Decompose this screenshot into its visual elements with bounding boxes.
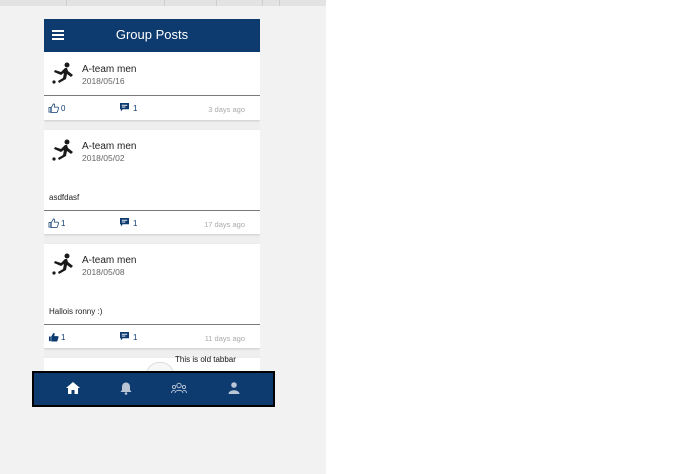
player-avatar-icon [52, 139, 73, 161]
comment-icon[interactable] [120, 103, 129, 112]
comment-count: 1 [133, 333, 138, 342]
post-date: 2018/05/16 [82, 76, 125, 86]
tab-groups[interactable] [169, 379, 189, 397]
post-card[interactable]: A-team men 2018/05/02 asdfdasf 1 1 17 da… [44, 130, 260, 234]
post-card[interactable]: A-team men 2018/05/16 0 1 3 days ago [44, 52, 260, 120]
comment-count: 1 [133, 104, 138, 113]
post-divider [44, 324, 260, 325]
group-icon [171, 382, 187, 394]
home-icon [66, 382, 80, 394]
comment-count: 1 [133, 219, 138, 228]
tab-notifications[interactable] [116, 379, 136, 397]
post-date: 2018/05/08 [82, 267, 125, 277]
like-count: 0 [61, 104, 66, 113]
like-outline-icon[interactable] [48, 218, 59, 228]
post-divider [44, 210, 260, 211]
comment-icon[interactable] [120, 332, 129, 341]
post-group-name: A-team men [82, 141, 137, 152]
phone-app: Group Posts A-team men 2018/05/16 0 1 3 … [44, 19, 260, 404]
tab-home[interactable] [63, 379, 83, 397]
like-count: 1 [61, 333, 66, 342]
tabbar-label: This is old tabbar [175, 355, 236, 364]
like-outline-icon[interactable] [48, 103, 59, 113]
post-divider [44, 95, 260, 96]
post-group-name: A-team men [82, 64, 137, 75]
post-date: 2018/05/02 [82, 153, 125, 163]
bell-icon [120, 382, 132, 395]
post-group-name: A-team men [82, 255, 137, 266]
post-body-text: Hallois ronny :) [49, 307, 103, 316]
post-time-ago: 11 days ago [204, 334, 245, 343]
browser-strip [0, 0, 326, 6]
like-filled-icon[interactable] [48, 332, 59, 342]
post-card[interactable]: A-team men 2018/05/08 Hallois ronny :) 1… [44, 244, 260, 348]
tab-profile[interactable] [224, 379, 244, 397]
post-time-ago: 17 days ago [204, 220, 245, 229]
player-avatar-icon [52, 253, 73, 275]
post-time-ago: 3 days ago [208, 105, 245, 114]
player-avatar-icon [52, 62, 73, 84]
post-body-text: asdfdasf [49, 193, 80, 202]
bottom-tabbar [32, 371, 275, 407]
profile-icon [228, 382, 240, 394]
like-count: 1 [61, 219, 66, 228]
comment-icon[interactable] [120, 218, 129, 227]
page-title: Group Posts [115, 27, 189, 42]
app-header: Group Posts [44, 19, 260, 52]
